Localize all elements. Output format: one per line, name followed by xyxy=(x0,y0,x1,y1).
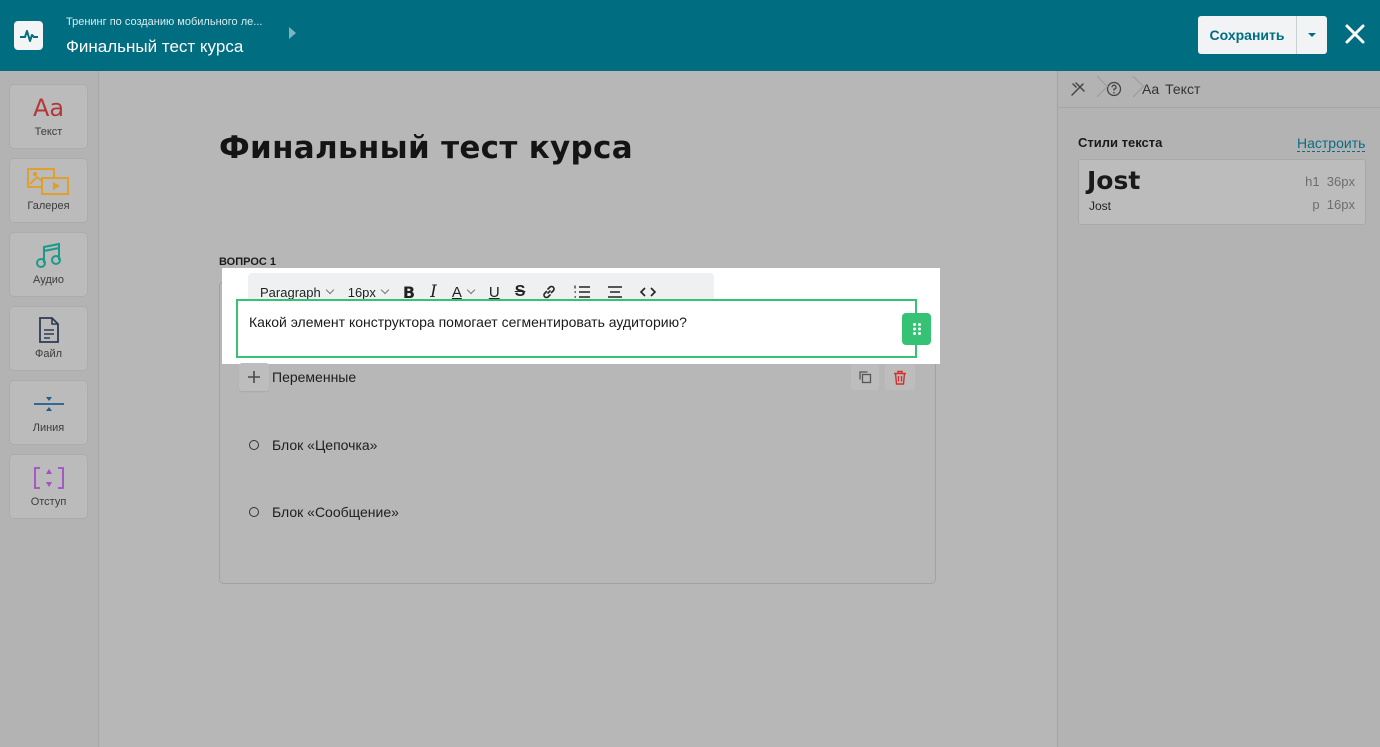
help-icon[interactable] xyxy=(1106,81,1122,97)
caret-down-icon xyxy=(1308,33,1316,37)
tool-label: Текст xyxy=(34,126,63,138)
tool-spacing[interactable]: Отступ xyxy=(10,455,87,518)
variables-row: Переменные xyxy=(239,363,356,391)
style-h1-size: h1 36px xyxy=(1305,174,1355,189)
save-button-group: Сохранить xyxy=(1198,16,1327,54)
tool-gallery[interactable]: Галерея xyxy=(10,159,87,222)
styles-heading: Стили текста xyxy=(1078,135,1163,150)
align-center-icon[interactable] xyxy=(606,284,624,300)
configure-link[interactable]: Настроить xyxy=(1297,135,1366,152)
style-p-font: Jost xyxy=(1089,199,1112,213)
variables-label[interactable]: Переменные xyxy=(272,369,356,385)
text-aa-icon: Aa xyxy=(32,94,65,122)
question-text: Какой элемент конструктора помогает сегм… xyxy=(249,314,687,330)
chevron-down-icon xyxy=(380,285,390,295)
font-size-label: 16px xyxy=(347,284,376,300)
tools-icon[interactable] xyxy=(1070,81,1086,97)
font-size-select[interactable]: 16px xyxy=(347,284,390,300)
tool-line[interactable]: Линия xyxy=(10,381,87,444)
plus-icon xyxy=(248,371,260,383)
chevron-down-icon xyxy=(466,285,476,295)
properties-panel: Aa Текст Стили текста Настроить Jost Jos… xyxy=(1057,71,1380,747)
breadcrumb-current[interactable]: Aa Текст xyxy=(1142,81,1200,97)
answer-option[interactable]: Блок «Цепочка» xyxy=(249,437,377,453)
tool-label: Отступ xyxy=(30,496,67,508)
breadcrumb-page[interactable]: Финальный тест курса xyxy=(66,37,243,57)
radio-icon[interactable] xyxy=(249,440,259,450)
code-icon[interactable] xyxy=(639,285,657,299)
style-h1-font: Jost xyxy=(1087,166,1141,195)
style-p-size: p 16px xyxy=(1312,197,1355,212)
app-logo-icon[interactable] xyxy=(14,21,43,50)
tool-audio[interactable]: Аудио xyxy=(10,233,87,296)
radio-icon[interactable] xyxy=(249,507,259,517)
line-icon xyxy=(32,388,66,420)
block-toolbox: Aa Текст Галерея Аудио Файл Линия Отступ xyxy=(0,71,99,747)
text-color-icon[interactable]: A xyxy=(452,284,476,301)
chevron-down-icon xyxy=(325,285,334,295)
save-dropdown-button[interactable] xyxy=(1297,16,1327,54)
tool-label: Линия xyxy=(32,422,65,434)
answer-option[interactable]: Блок «Сообщение» xyxy=(249,504,399,520)
delete-block-button[interactable] xyxy=(885,364,915,390)
copy-block-button[interactable] xyxy=(851,364,879,390)
question-text-editor[interactable]: Какой элемент конструктора помогает сегм… xyxy=(236,299,917,358)
tool-label: Аудио xyxy=(32,274,65,286)
file-icon xyxy=(37,314,61,346)
drag-handle-icon[interactable] xyxy=(902,313,931,345)
breadcrumb-expand-icon[interactable] xyxy=(289,27,296,39)
text-aa-icon: Aa xyxy=(1142,81,1160,97)
tool-label: Файл xyxy=(34,348,63,360)
save-button[interactable]: Сохранить xyxy=(1198,16,1297,54)
add-variable-button[interactable] xyxy=(239,363,269,391)
trash-icon xyxy=(894,370,906,385)
breadcrumb-current-label: Текст xyxy=(1165,81,1201,97)
paragraph-select[interactable]: Paragraph xyxy=(260,284,334,300)
underline-icon[interactable]: U xyxy=(489,284,500,301)
audio-icon xyxy=(34,240,64,272)
gallery-icon xyxy=(26,166,72,198)
page-title[interactable]: Финальный тест курса xyxy=(219,130,633,166)
copy-icon xyxy=(859,371,872,384)
tool-text[interactable]: Aa Текст xyxy=(10,85,87,148)
question-label: ВОПРОС 1 xyxy=(219,256,276,268)
tool-label: Галерея xyxy=(27,200,70,212)
paragraph-select-label: Paragraph xyxy=(260,284,321,300)
answer-option-label: Блок «Сообщение» xyxy=(272,504,399,520)
tool-file[interactable]: Файл xyxy=(10,307,87,370)
close-icon[interactable] xyxy=(1342,21,1368,47)
top-bar: Тренинг по созданию мобильного ле... Фин… xyxy=(0,0,1380,71)
breadcrumb-course[interactable]: Тренинг по созданию мобильного ле... xyxy=(66,16,262,28)
answer-option-label: Блок «Цепочка» xyxy=(272,437,378,453)
panel-breadcrumb: Aa Текст xyxy=(1058,71,1380,108)
numbered-list-icon[interactable] xyxy=(573,284,591,300)
spacing-icon xyxy=(32,462,66,494)
text-style-card[interactable]: Jost Jost h1 36px p 16px xyxy=(1078,159,1366,225)
